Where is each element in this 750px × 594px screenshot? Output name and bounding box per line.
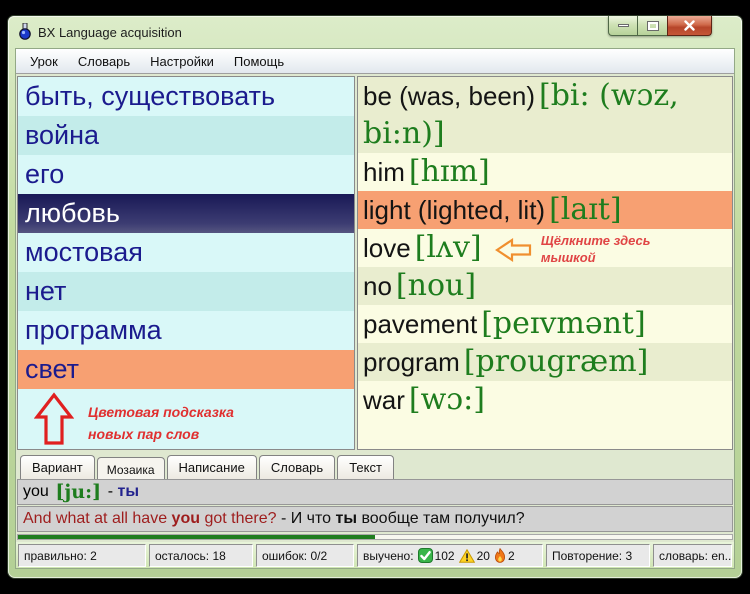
close-button[interactable] [667, 16, 712, 36]
word-pair-row[interactable]: love [lʌv] Щёлкните здесь мышкой [358, 229, 732, 267]
word-pair-row[interactable]: no [nou] [358, 267, 732, 306]
progress-fill [18, 535, 375, 539]
word-pair-row[interactable]: be (was, been) [bi: (wɔz, bi:n)] [358, 77, 732, 153]
sentence-russian-keyword: ты [335, 510, 358, 527]
tab-writing[interactable]: Написание [166, 455, 257, 479]
word-row-selected[interactable]: любовь [18, 194, 354, 233]
separator: - [107, 483, 118, 500]
word-row[interactable]: быть, существовать [18, 77, 354, 116]
sentence-russian: - И что [280, 510, 336, 527]
tab-variant[interactable]: Вариант [20, 455, 95, 479]
title-bar[interactable]: BX Language acquisition [8, 16, 742, 48]
status-learned: выучено: 102 20 2 [357, 544, 543, 567]
minimize-icon [617, 24, 629, 27]
word-row[interactable]: нет [18, 272, 354, 311]
maximize-button[interactable] [638, 16, 667, 36]
word-row[interactable]: война [18, 116, 354, 155]
status-remaining: осталось: 18 [149, 544, 253, 567]
client-area: Урок Словарь Настройки Помощь быть, суще… [15, 48, 735, 569]
tab-mosaic[interactable]: Мозаика [96, 457, 165, 479]
current-word-translation: ты [117, 483, 140, 500]
word-row[interactable]: программа [18, 311, 354, 350]
word-pair-row[interactable]: him [hɪm] [358, 153, 732, 191]
status-correct: правильно: 2 [18, 544, 146, 567]
minimize-button[interactable] [608, 16, 638, 36]
sentence-english: And what at all have [23, 510, 172, 527]
close-icon [684, 20, 695, 31]
click-hint-text: Щёлкните здесь мышкой [540, 233, 651, 266]
sentence-bar: And what at all have you got there? - И … [17, 506, 733, 532]
english-word-list: be (was, been) [bi: (wɔz, bi:n)] him [hɪm]… [357, 76, 733, 450]
progress-bar [17, 534, 733, 540]
status-bar: правильно: 2 осталось: 18 ошибок: 0/2 вы… [16, 542, 734, 568]
menu-item-dictionary[interactable]: Словарь [68, 54, 140, 69]
status-repetition: Повторение: 3 [546, 544, 650, 567]
tab-text[interactable]: Текст [337, 455, 394, 479]
word-pair-row-new[interactable]: light (lighted, lit) [laɪt] [358, 191, 732, 229]
left-arrow-icon [494, 238, 531, 263]
menu-item-settings[interactable]: Настройки [140, 54, 224, 69]
status-errors: ошибок: 0/2 [256, 544, 354, 567]
check-icon [417, 548, 433, 563]
flame-icon [494, 548, 506, 563]
menu-bar: Урок Словарь Настройки Помощь [16, 49, 734, 74]
app-flask-icon [17, 22, 33, 45]
new-pair-hint-text: Цветовая подсказка новых пар слов [88, 404, 234, 442]
word-pair-row[interactable]: program [prougræm] [358, 343, 732, 382]
current-word: you [23, 483, 49, 500]
word-row[interactable]: его [18, 155, 354, 194]
window-title: BX Language acquisition [38, 25, 182, 40]
status-dictionary: словарь: en... [653, 544, 732, 567]
word-pair-row[interactable]: war [wɔ:] [358, 381, 732, 419]
current-word-bar: you [ju:] - ты [17, 479, 733, 505]
up-arrow-icon [34, 392, 74, 445]
russian-word-list: быть, существовать война его любовь мост… [17, 76, 355, 450]
word-row[interactable]: мостовая [18, 233, 354, 272]
word-pair-row[interactable]: pavement [peɪvmənt] [358, 305, 732, 343]
menu-item-help[interactable]: Помощь [224, 54, 294, 69]
word-row-new-pair[interactable]: свет [18, 350, 354, 389]
maximize-icon [646, 20, 659, 31]
click-here-annotation: Щёлкните здесь мышкой [494, 233, 651, 267]
tab-bar: Вариант Мозаика Написание Словарь Текст [16, 452, 734, 479]
app-window: BX Language acquisition Урок Словарь Нас… [8, 16, 742, 578]
current-word-transcription: [ju:] [48, 481, 108, 503]
tab-dictionary[interactable]: Словарь [258, 455, 336, 479]
warning-icon [458, 548, 475, 563]
menu-item-lesson[interactable]: Урок [20, 54, 68, 69]
sentence-english-keyword: you [171, 510, 200, 527]
